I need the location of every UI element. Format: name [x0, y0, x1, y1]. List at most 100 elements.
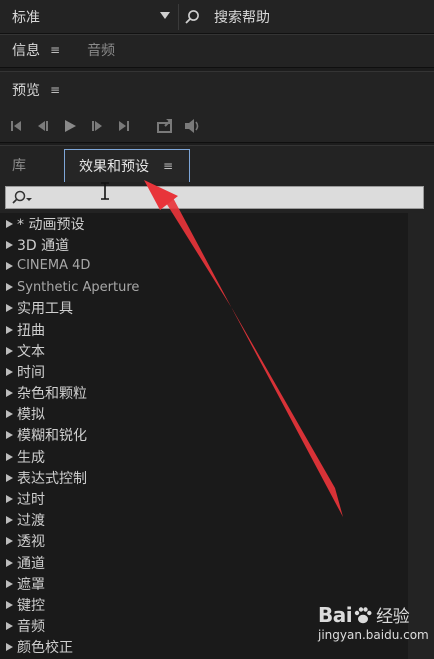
- tree-item[interactable]: * 动画预设: [0, 213, 408, 234]
- workspace-value: 标准: [12, 9, 40, 26]
- tree-item-label: 扭曲: [17, 322, 45, 339]
- expand-arrow-icon[interactable]: [6, 389, 13, 398]
- search-icon: [185, 9, 199, 24]
- expand-arrow-icon[interactable]: [6, 219, 13, 228]
- top-bar: 标准 搜索帮助: [0, 0, 434, 34]
- tree-item-label: 遮罩: [17, 576, 45, 593]
- tree-item-label: 键控: [17, 597, 45, 614]
- tree-item-label: 过渡: [17, 513, 45, 530]
- workspace-select[interactable]: 标准: [0, 0, 178, 33]
- expand-arrow-icon[interactable]: [6, 346, 13, 355]
- tree-item[interactable]: 颜色校正: [0, 637, 408, 658]
- effects-search-input[interactable]: [40, 187, 424, 210]
- tree-item-label: 杂色和颗粒: [17, 386, 87, 403]
- volume-icon[interactable]: [183, 116, 203, 136]
- tree-item[interactable]: 杂色和颗粒: [0, 383, 408, 404]
- expand-arrow-icon[interactable]: [6, 367, 13, 376]
- expand-arrow-icon[interactable]: [6, 431, 13, 440]
- expand-arrow-icon[interactable]: [6, 473, 13, 482]
- tab-preview[interactable]: 预览: [12, 80, 40, 100]
- tree-item-label: 音频: [17, 619, 45, 636]
- tab-effects-and-presets[interactable]: 效果和预设 ≡: [64, 149, 190, 182]
- expand-arrow-icon[interactable]: [6, 240, 13, 249]
- step-forward-icon[interactable]: [87, 116, 107, 136]
- loop-icon[interactable]: [156, 116, 176, 136]
- tree-item[interactable]: 模拟: [0, 404, 408, 425]
- tree-item-label: 3D 通道: [17, 237, 70, 254]
- tree-item[interactable]: 实用工具: [0, 298, 408, 319]
- tree-item[interactable]: 表达式控制: [0, 467, 408, 488]
- panel-menu-icon[interactable]: ≡: [163, 160, 173, 172]
- tree-item[interactable]: 时间: [0, 361, 408, 382]
- tree-item[interactable]: 遮罩: [0, 573, 408, 594]
- tree-item-label: 表达式控制: [17, 470, 87, 487]
- tab-effects-and-presets-label: 效果和预设: [79, 159, 149, 175]
- step-back-icon[interactable]: [33, 116, 53, 136]
- tab-library[interactable]: 库: [12, 155, 26, 175]
- expand-arrow-icon[interactable]: [6, 261, 13, 270]
- tree-item-label: 通道: [17, 555, 45, 572]
- expand-arrow-icon[interactable]: [6, 579, 13, 588]
- tree-item-label: 时间: [17, 364, 45, 381]
- effects-search-box[interactable]: [5, 182, 424, 210]
- tree-item-label: * 动画预设: [17, 216, 85, 233]
- expand-arrow-icon[interactable]: [6, 516, 13, 525]
- app-window: 标准 搜索帮助 信息 ≡ 音频 预览 ≡ 库 效果和预设 ≡ * 动画预设 3D…: [0, 0, 434, 659]
- divider: [178, 4, 179, 30]
- tree-item-label: 模拟: [17, 407, 45, 424]
- search-icon[interactable]: [10, 189, 38, 207]
- tree-item[interactable]: 模糊和锐化: [0, 425, 408, 446]
- expand-arrow-icon[interactable]: [6, 304, 13, 313]
- effects-panel-tabs: 库 效果和预设 ≡: [0, 146, 434, 182]
- skip-to-end-icon[interactable]: [114, 116, 134, 136]
- expand-arrow-icon[interactable]: [6, 622, 13, 631]
- expand-arrow-icon[interactable]: [6, 558, 13, 567]
- expand-arrow-icon[interactable]: [6, 325, 13, 334]
- expand-arrow-icon[interactable]: [6, 643, 13, 652]
- tab-info[interactable]: 信息: [12, 40, 40, 60]
- tree-item-label: CINEMA 4D: [17, 258, 91, 274]
- tree-item[interactable]: 生成: [0, 446, 408, 467]
- tree-item-label: Synthetic Aperture: [17, 279, 140, 295]
- tree-item[interactable]: 通道: [0, 552, 408, 573]
- chevron-down-icon[interactable]: [160, 12, 170, 19]
- preview-panel: 预览 ≡: [0, 71, 434, 143]
- expand-arrow-icon[interactable]: [6, 600, 13, 609]
- tree-item[interactable]: 过渡: [0, 510, 408, 531]
- scrollbar[interactable]: [410, 213, 434, 659]
- effects-and-presets-panel: 库 效果和预设 ≡ * 动画预设 3D 通道 CINEMA 4D Synthetic …: [0, 145, 434, 659]
- tree-item-label: 模糊和锐化: [17, 428, 87, 445]
- tree-item-label: 颜色校正: [17, 640, 73, 657]
- expand-arrow-icon[interactable]: [6, 495, 13, 504]
- tree-item[interactable]: 键控: [0, 594, 408, 615]
- search-help-field[interactable]: 搜索帮助: [184, 0, 270, 33]
- tree-item[interactable]: Synthetic Aperture: [0, 277, 408, 298]
- tree-item[interactable]: 透视: [0, 531, 408, 552]
- skip-to-start-icon[interactable]: [6, 116, 26, 136]
- info-panel-tabs: 信息 ≡ 音频: [0, 35, 115, 65]
- preview-panel-tabs: 预览 ≡: [0, 75, 60, 105]
- text-cursor-icon: [101, 182, 109, 200]
- play-icon[interactable]: [60, 116, 80, 136]
- tree-item-label: 透视: [17, 534, 45, 551]
- effects-tree: * 动画预设 3D 通道 CINEMA 4D Synthetic Aperture 实用…: [0, 213, 408, 659]
- expand-arrow-icon[interactable]: [6, 452, 13, 461]
- search-help-label: 搜索帮助: [214, 9, 270, 26]
- tree-item[interactable]: 扭曲: [0, 319, 408, 340]
- tree-item-label: 过时: [17, 492, 45, 509]
- tree-item[interactable]: 文本: [0, 340, 408, 361]
- tree-item-label: 实用工具: [17, 301, 73, 318]
- expand-arrow-icon[interactable]: [6, 410, 13, 419]
- expand-arrow-icon[interactable]: [6, 283, 13, 292]
- tree-item-label: 文本: [17, 343, 45, 360]
- playback-controls: [0, 116, 203, 136]
- tree-item[interactable]: 音频: [0, 616, 408, 637]
- expand-arrow-icon[interactable]: [6, 537, 13, 546]
- panel-menu-icon[interactable]: ≡: [50, 44, 60, 56]
- panel-menu-icon[interactable]: ≡: [50, 84, 60, 96]
- tab-audio[interactable]: 音频: [87, 40, 115, 60]
- tree-item[interactable]: 过时: [0, 488, 408, 509]
- info-panel: 信息 ≡ 音频: [0, 34, 434, 68]
- tree-item[interactable]: 3D 通道: [0, 234, 408, 255]
- tree-item[interactable]: CINEMA 4D: [0, 255, 408, 276]
